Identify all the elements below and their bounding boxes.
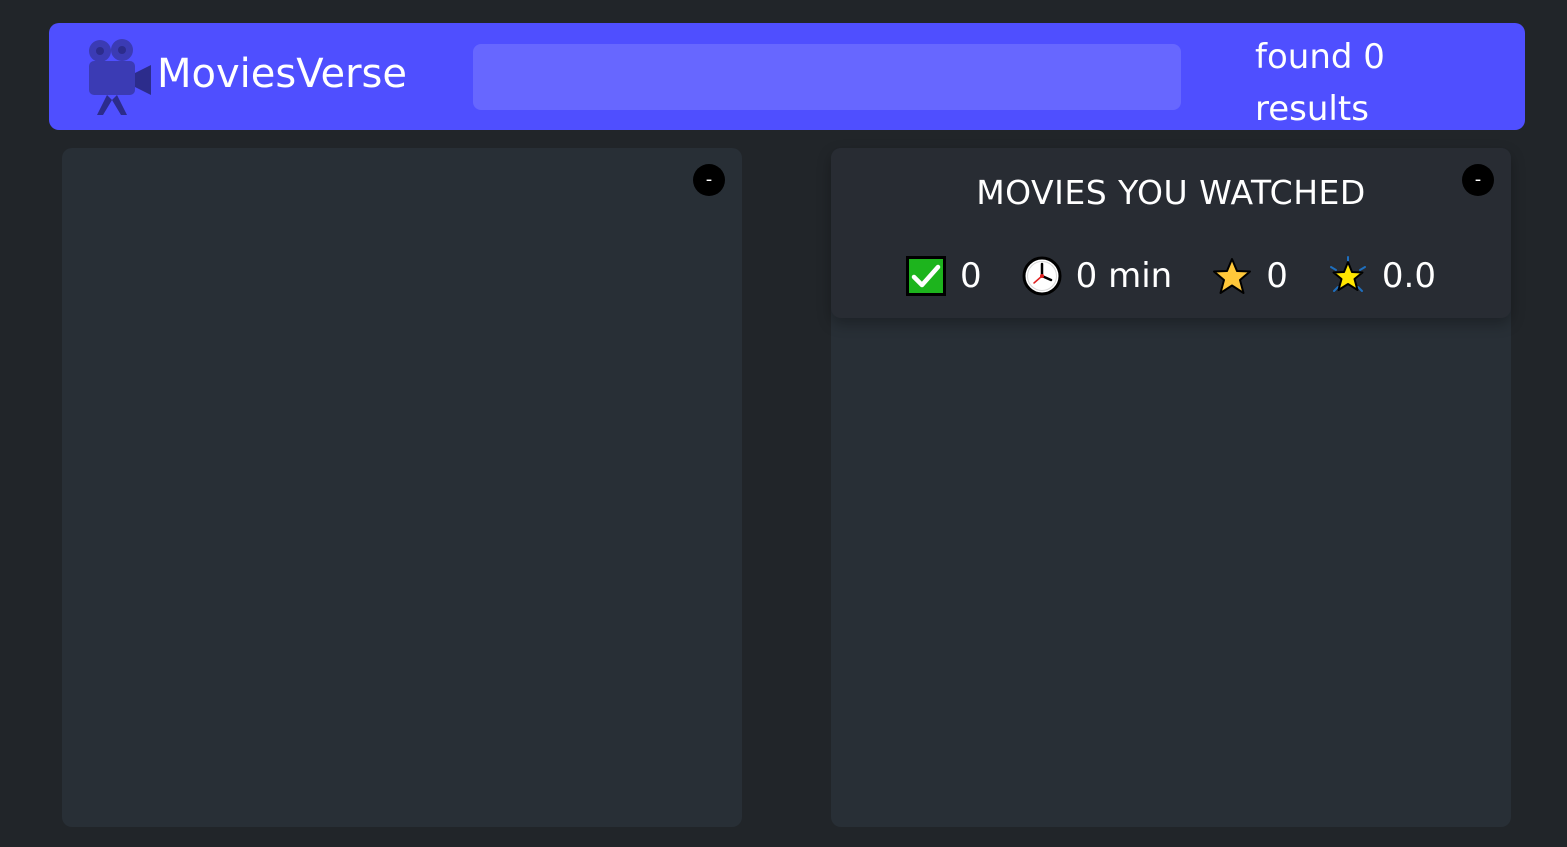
- check-mark-icon: [906, 256, 947, 296]
- clock-icon: [1022, 256, 1062, 296]
- stat-avg-rating: 0: [1212, 256, 1288, 296]
- toggle-results-button[interactable]: -: [693, 164, 725, 196]
- star-icon: [1213, 258, 1252, 294]
- stat-user-rating: 0.0: [1328, 256, 1436, 296]
- navbar: MoviesVerse found 0 results: [49, 23, 1525, 130]
- glowing-star-icon: [1329, 256, 1366, 292]
- stat-value: 0: [1266, 256, 1288, 296]
- stat-watched-count: 0: [906, 256, 982, 296]
- logo: MoviesVerse: [87, 39, 407, 115]
- summary-stats: 0 0 min 0 0.0: [831, 256, 1511, 296]
- stat-value: 0.0: [1381, 256, 1436, 296]
- stat-value: 0 min: [1075, 256, 1173, 296]
- search-results-box: -: [62, 148, 742, 827]
- app-name: MoviesVerse: [157, 51, 407, 97]
- search-input[interactable]: [473, 44, 1181, 110]
- stat-value: 0: [960, 256, 982, 296]
- movie-camera-icon: [89, 39, 151, 115]
- num-results: found 0 results: [1255, 37, 1385, 129]
- watched-summary: - MOVIES YOU WATCHED 0 0 min 0 0.0: [831, 148, 1511, 318]
- watched-box: - MOVIES YOU WATCHED 0 0 min 0 0.0: [831, 148, 1511, 827]
- summary-title: MOVIES YOU WATCHED: [976, 173, 1366, 212]
- stat-runtime: 0 min: [1022, 256, 1173, 296]
